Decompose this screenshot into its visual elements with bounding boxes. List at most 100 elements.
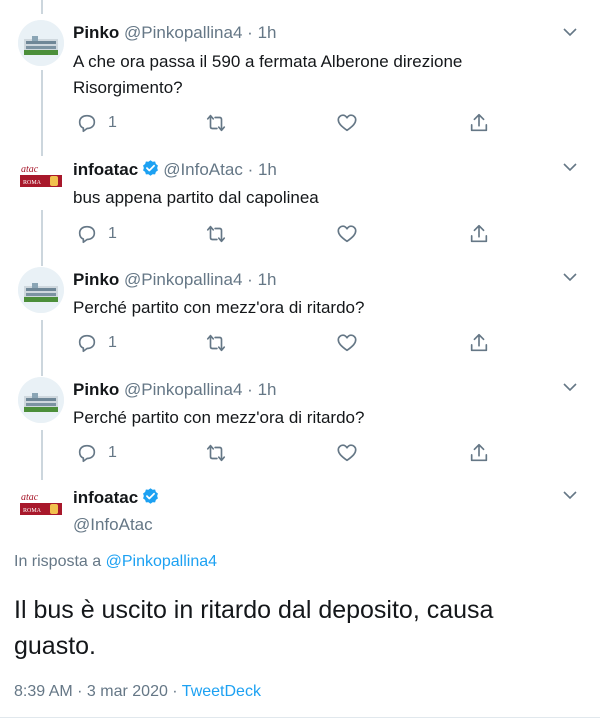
share-icon bbox=[470, 113, 488, 132]
tweet-time[interactable]: 1h bbox=[258, 270, 277, 289]
chevron-down-icon[interactable] bbox=[562, 24, 578, 40]
tweet-text: A che ora passa il 590 a fermata Alberon… bbox=[73, 52, 463, 97]
tweet[interactable]: Pinko @Pinkopallina4 · 1h A che ora pass… bbox=[0, 0, 600, 145]
tweet-time[interactable]: 1h bbox=[258, 23, 277, 42]
tweet-time[interactable]: 1h bbox=[258, 160, 277, 179]
atac-logo-roma-text: ROMA bbox=[23, 508, 42, 514]
chevron-down-icon[interactable] bbox=[562, 379, 578, 395]
tweet-text: Perché partito con mezz'ora di ritardo? bbox=[73, 408, 365, 427]
tweet-text: Perché partito con mezz'ora di ritardo? bbox=[73, 298, 365, 317]
reply-context: In risposta a @Pinkopallina4 bbox=[14, 553, 217, 571]
retweet-button[interactable] bbox=[205, 441, 227, 465]
share-icon bbox=[470, 443, 488, 462]
avatar[interactable] bbox=[18, 267, 64, 313]
reply-count: 1 bbox=[108, 225, 117, 242]
atac-logo-icon: atac ROMA bbox=[18, 157, 64, 203]
tweet-timestamp[interactable]: 8:39 AM · 3 mar 2020 · bbox=[14, 683, 178, 700]
like-button[interactable] bbox=[336, 331, 358, 355]
separator-dot: · bbox=[247, 380, 253, 399]
user-name[interactable]: infoatac bbox=[73, 160, 138, 179]
like-button[interactable] bbox=[336, 441, 358, 465]
user-name[interactable]: Pinko bbox=[73, 380, 119, 399]
heart-icon bbox=[337, 334, 357, 352]
chevron-down-icon[interactable] bbox=[562, 159, 578, 175]
retweet-button[interactable] bbox=[205, 222, 227, 246]
tweet-time[interactable]: 1h bbox=[258, 380, 277, 399]
heart-icon bbox=[337, 444, 357, 462]
reply-button[interactable]: 1 bbox=[76, 111, 117, 135]
reply-prefix: In risposta a bbox=[14, 553, 102, 570]
tweet-header: infoatac @InfoAtac · 1h bbox=[73, 159, 277, 181]
share-button[interactable] bbox=[468, 111, 490, 135]
chevron-down-icon[interactable] bbox=[562, 487, 578, 503]
avatar[interactable] bbox=[18, 377, 64, 423]
user-name[interactable]: Pinko bbox=[73, 270, 119, 289]
retweet-button[interactable] bbox=[205, 111, 227, 135]
tweet-text: bus appena partito dal capolinea bbox=[73, 188, 319, 207]
user-handle[interactable]: @InfoAtac bbox=[73, 514, 153, 536]
reply-button[interactable]: 1 bbox=[76, 222, 117, 246]
retweet-icon bbox=[206, 114, 226, 132]
tweet-header: Pinko @Pinkopallina4 · 1h bbox=[73, 22, 276, 44]
reply-icon bbox=[78, 114, 96, 133]
reply-icon bbox=[78, 334, 96, 353]
share-button[interactable] bbox=[468, 441, 490, 465]
reply-icon bbox=[78, 444, 96, 463]
reply-count: 1 bbox=[108, 334, 117, 351]
chevron-down-icon[interactable] bbox=[562, 269, 578, 285]
share-icon bbox=[470, 224, 488, 243]
divider bbox=[0, 717, 600, 718]
share-icon bbox=[470, 333, 488, 352]
separator-dot: · bbox=[247, 270, 253, 289]
verified-badge-icon bbox=[143, 160, 159, 176]
reply-count: 1 bbox=[108, 444, 117, 461]
heart-icon bbox=[337, 114, 357, 132]
tweet-header: Pinko @Pinkopallina4 · 1h bbox=[73, 379, 276, 401]
like-button[interactable] bbox=[336, 222, 358, 246]
separator-dot: · bbox=[247, 23, 253, 42]
action-bar: 1 bbox=[73, 441, 503, 465]
retweet-button[interactable] bbox=[205, 331, 227, 355]
user-name[interactable]: Pinko bbox=[73, 23, 119, 42]
share-button[interactable] bbox=[468, 222, 490, 246]
like-button[interactable] bbox=[336, 111, 358, 135]
tweet-header: infoatac bbox=[73, 487, 163, 509]
verified-badge-icon bbox=[143, 488, 159, 504]
avatar[interactable]: atac ROMA bbox=[18, 157, 64, 203]
main-tweet-text: Il bus è uscito in ritardo dal deposito,… bbox=[14, 596, 494, 660]
tweet[interactable]: Pinko @Pinkopallina4 · 1h Perché partito… bbox=[0, 365, 600, 475]
building-photo-icon bbox=[18, 267, 64, 313]
action-bar: 1 bbox=[73, 111, 503, 135]
action-bar: 1 bbox=[73, 222, 503, 246]
user-handle[interactable]: @Pinkopallina4 bbox=[124, 380, 242, 399]
atac-logo-icon: atac ROMA bbox=[18, 485, 64, 531]
atac-logo-text: atac bbox=[21, 492, 39, 503]
tweet-source-link[interactable]: TweetDeck bbox=[182, 683, 261, 700]
heart-icon bbox=[337, 225, 357, 243]
building-photo-icon bbox=[18, 377, 64, 423]
tweet[interactable]: Pinko @Pinkopallina4 · 1h Perché partito… bbox=[0, 255, 600, 365]
reply-button[interactable]: 1 bbox=[76, 331, 117, 355]
atac-logo-text: atac bbox=[21, 164, 39, 175]
reply-count: 1 bbox=[108, 114, 117, 131]
user-handle[interactable]: @Pinkopallina4 bbox=[124, 23, 242, 42]
user-handle[interactable]: @InfoAtac bbox=[163, 160, 243, 179]
retweet-icon bbox=[206, 334, 226, 352]
atac-logo-roma-text: ROMA bbox=[23, 180, 42, 186]
action-bar: 1 bbox=[73, 331, 503, 355]
retweet-icon bbox=[206, 444, 226, 462]
avatar[interactable]: atac ROMA bbox=[18, 485, 64, 531]
tweet[interactable]: atac ROMA infoatac @InfoAtac · 1h bus app… bbox=[0, 145, 600, 255]
tweet-header: Pinko @Pinkopallina4 · 1h bbox=[73, 269, 276, 291]
share-button[interactable] bbox=[468, 331, 490, 355]
building-photo-icon bbox=[18, 20, 64, 66]
retweet-icon bbox=[206, 225, 226, 243]
avatar[interactable] bbox=[18, 20, 64, 66]
reply-button[interactable]: 1 bbox=[76, 441, 117, 465]
reply-to-link[interactable]: @Pinkopallina4 bbox=[106, 553, 217, 570]
user-handle[interactable]: @Pinkopallina4 bbox=[124, 270, 242, 289]
reply-icon bbox=[78, 225, 96, 244]
user-name[interactable]: infoatac bbox=[73, 488, 138, 507]
tweet-meta: 8:39 AM · 3 mar 2020 · TweetDeck bbox=[14, 683, 261, 701]
separator-dot: · bbox=[247, 160, 254, 179]
